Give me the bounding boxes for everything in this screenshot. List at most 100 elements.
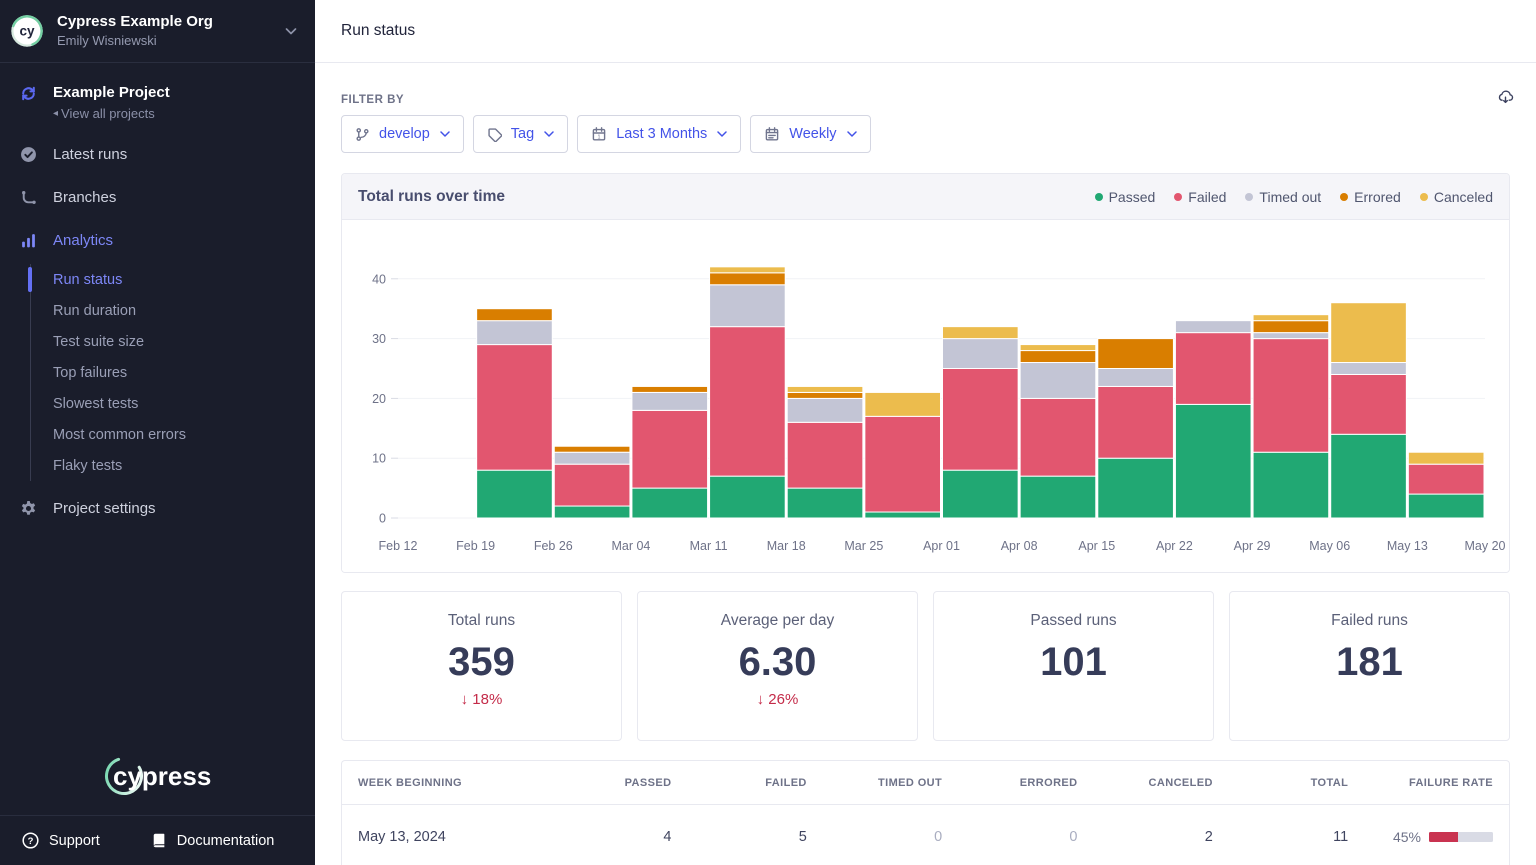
stat-value: 6.30	[638, 639, 917, 685]
view-all-projects-link[interactable]: ◂ View all projects	[53, 106, 170, 121]
sidebar: cy Cypress Example Org Emily Wisniewski …	[0, 0, 315, 865]
support-link[interactable]: ? Support	[22, 832, 100, 849]
sidebar-item-flaky-tests[interactable]: Flaky tests	[31, 450, 315, 481]
cloud-download-icon[interactable]	[1497, 89, 1514, 106]
sidebar-item-slowest-tests[interactable]: Slowest tests	[31, 388, 315, 419]
legend-dot-icon	[1420, 193, 1428, 201]
check-circle-icon	[20, 146, 37, 163]
svg-text:?: ?	[28, 836, 34, 847]
col-timed-out: TIMED OUT	[823, 761, 958, 805]
legend-dot-icon	[1174, 193, 1182, 201]
documentation-link[interactable]: Documentation	[150, 832, 275, 849]
sidebar-footer: ? Support Documentation	[0, 815, 315, 865]
sidebar-project[interactable]: Example Project ◂ View all projects	[0, 84, 315, 121]
stat-value: 181	[1230, 639, 1509, 685]
book-icon	[150, 832, 167, 849]
support-label: Support	[49, 833, 100, 849]
legend-label: Timed out	[1259, 189, 1321, 205]
legend-label: Canceled	[1434, 189, 1493, 205]
svg-text:0: 0	[379, 512, 386, 526]
tag-filter-label: Tag	[511, 126, 534, 142]
chevron-down-icon	[717, 131, 727, 138]
stat-card-failed-runs: Failed runs 181	[1229, 591, 1510, 741]
chart-body[interactable]: 010203040Feb 12Feb 19Feb 26Mar 04Mar 11M…	[342, 220, 1509, 572]
sidebar-item-project-settings[interactable]: Project settings	[0, 487, 315, 530]
failure-rate-value: 45%	[1393, 829, 1421, 845]
branch-filter-label: develop	[379, 126, 430, 142]
sidebar-item-run-status[interactable]: Run status	[31, 264, 315, 295]
svg-text:30: 30	[372, 332, 386, 346]
branch-filter-button[interactable]: develop	[341, 115, 464, 153]
sidebar-item-test-suite-size[interactable]: Test suite size	[31, 326, 315, 357]
view-all-projects-label: View all projects	[61, 106, 155, 121]
chevron-down-icon[interactable]	[283, 23, 299, 39]
analytics-submenu: Run status Run duration Test suite size …	[30, 264, 315, 481]
org-switcher[interactable]: cy Cypress Example Org Emily Wisniewski	[0, 0, 315, 63]
table-row[interactable]: May 13, 2024 4 5 0 0 2 11 45%	[342, 805, 1509, 865]
stat-title: Total runs	[342, 612, 621, 630]
sidebar-item-analytics[interactable]: Analytics	[0, 219, 315, 262]
stat-title: Failed runs	[1230, 612, 1509, 630]
stat-card-total-runs: Total runs 359 ↓ 18%	[341, 591, 622, 741]
total-runs-chart: 010203040Feb 12Feb 19Feb 26Mar 04Mar 11M…	[342, 220, 1509, 572]
svg-text:Apr 15: Apr 15	[1078, 539, 1115, 553]
legend-item[interactable]: Errored	[1340, 189, 1401, 205]
legend-dot-icon	[1245, 193, 1253, 201]
tag-filter-button[interactable]: Tag	[473, 115, 568, 153]
sidebar-item-latest-runs[interactable]: Latest runs	[0, 133, 315, 176]
chart-title: Total runs over time	[358, 188, 505, 206]
stat-delta: ↓ 26%	[638, 691, 917, 708]
weekly-runs-table: WEEK BEGINNING PASSED FAILED TIMED OUT E…	[341, 760, 1510, 865]
legend-label: Errored	[1354, 189, 1401, 205]
failed-cell: 5	[687, 805, 822, 865]
svg-text:Feb 26: Feb 26	[534, 539, 573, 553]
legend-item[interactable]: Canceled	[1420, 189, 1493, 205]
legend-item[interactable]: Failed	[1174, 189, 1226, 205]
sidebar-item-most-common-errors[interactable]: Most common errors	[31, 419, 315, 450]
calendar-icon: 1	[591, 126, 607, 142]
filter-row: develop Tag 1	[341, 115, 1510, 153]
org-avatar: cy	[10, 14, 44, 48]
chevron-down-icon	[544, 131, 554, 138]
org-name: Cypress Example Org	[57, 13, 213, 32]
sidebar-item-top-failures[interactable]: Top failures	[31, 357, 315, 388]
stat-card-passed-runs: Passed runs 101	[933, 591, 1214, 741]
week-cell: May 13, 2024	[342, 805, 552, 865]
col-failed: FAILED	[687, 761, 822, 805]
svg-text:40: 40	[372, 272, 386, 286]
stat-value: 359	[342, 639, 621, 685]
chevron-down-icon	[440, 131, 450, 138]
svg-text:Mar 18: Mar 18	[767, 539, 806, 553]
svg-text:cypress: cypress	[113, 761, 211, 791]
legend-item[interactable]: Passed	[1095, 189, 1156, 205]
sidebar-item-label: Project settings	[53, 500, 156, 517]
col-total: TOTAL	[1229, 761, 1364, 805]
svg-text:May 06: May 06	[1309, 539, 1350, 553]
legend-item[interactable]: Timed out	[1245, 189, 1321, 205]
back-triangle-icon: ◂	[53, 108, 58, 119]
svg-text:Mar 11: Mar 11	[690, 539, 728, 553]
stat-title: Average per day	[638, 612, 917, 630]
table-header-row: WEEK BEGINNING PASSED FAILED TIMED OUT E…	[342, 761, 1509, 805]
date-range-filter-button[interactable]: 1 Last 3 Months	[577, 115, 741, 153]
svg-text:cy: cy	[19, 24, 35, 39]
svg-text:1: 1	[598, 135, 601, 141]
svg-text:May 13: May 13	[1387, 539, 1428, 553]
stat-delta: ↓ 18%	[342, 691, 621, 708]
interval-filter-button[interactable]: Weekly	[750, 115, 870, 153]
canceled-cell: 2	[1094, 805, 1229, 865]
col-failure-rate: FAILURE RATE	[1364, 761, 1509, 805]
col-passed: PASSED	[552, 761, 687, 805]
sidebar-item-label: Latest runs	[53, 146, 127, 163]
documentation-label: Documentation	[177, 833, 275, 849]
col-week-beginning: WEEK BEGINNING	[342, 761, 552, 805]
sidebar-item-run-duration[interactable]: Run duration	[31, 295, 315, 326]
sidebar-item-branches[interactable]: Branches	[0, 176, 315, 219]
page-title: Run status	[341, 22, 415, 40]
org-user: Emily Wisniewski	[57, 33, 213, 49]
git-branch-icon	[355, 127, 370, 142]
chevron-down-icon	[847, 131, 857, 138]
chart-legend: Passed Failed Timed out Errored Canceled	[1095, 189, 1493, 205]
tag-icon	[487, 127, 502, 142]
timed-out-cell: 0	[823, 805, 958, 865]
